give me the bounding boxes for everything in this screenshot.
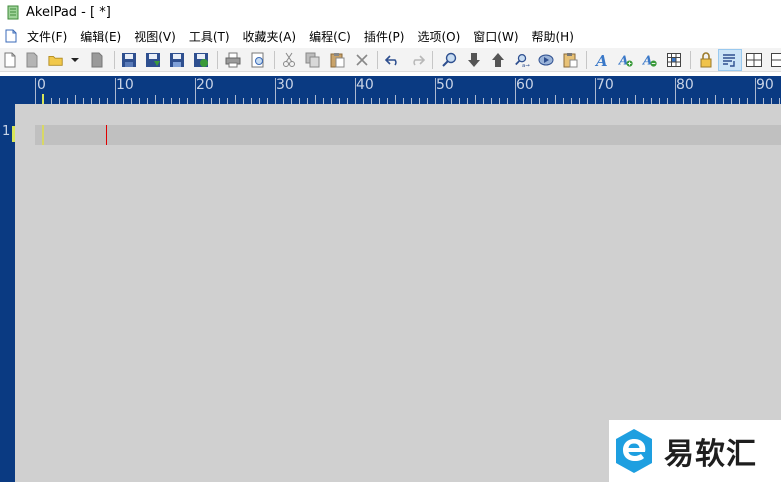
new-document-icon[interactable] xyxy=(2,52,18,68)
akelpad-app-icon xyxy=(7,5,19,19)
print-icon[interactable] xyxy=(225,52,241,68)
find-next-icon[interactable] xyxy=(466,52,482,68)
ruler-label: 80 xyxy=(676,77,694,93)
clipboard-icon[interactable] xyxy=(562,52,578,68)
title-bar: AkelPad - [ *] xyxy=(0,0,781,24)
menu-coding[interactable]: 编程(C) xyxy=(309,28,351,45)
more-icon[interactable] xyxy=(769,52,781,68)
menu-options[interactable]: 选项(O) xyxy=(417,28,460,45)
menu-plugins[interactable]: 插件(P) xyxy=(364,28,405,45)
ruler-tick xyxy=(555,95,556,104)
toolbar-separator xyxy=(690,51,691,69)
close-document-icon[interactable] xyxy=(89,52,105,68)
line-number-gutter xyxy=(0,104,15,482)
ruler-tick xyxy=(475,95,476,104)
redo-icon[interactable] xyxy=(409,52,425,68)
character-map-icon[interactable] xyxy=(666,52,682,68)
menu-file[interactable]: 文件(F) xyxy=(27,28,67,45)
replace-icon[interactable]: a→b xyxy=(514,52,530,68)
ruler-tick xyxy=(115,78,116,104)
ruler-label: 60 xyxy=(516,77,534,93)
menu-edit[interactable]: 编辑(E) xyxy=(80,28,121,45)
menu-window[interactable]: 窗口(W) xyxy=(473,28,518,45)
cut-icon[interactable] xyxy=(281,52,297,68)
svg-text:A: A xyxy=(594,52,608,68)
delete-icon[interactable] xyxy=(354,52,370,68)
dropdown-arrow-icon[interactable] xyxy=(70,52,80,68)
menu-view[interactable]: 视图(V) xyxy=(134,28,176,45)
goto-icon[interactable] xyxy=(538,52,554,68)
ruler-tick xyxy=(195,78,196,104)
window-title: AkelPad - [ *] xyxy=(26,4,111,20)
ruler-label: 0 xyxy=(37,77,46,93)
toolbar-separator xyxy=(377,51,378,69)
ruler-tick xyxy=(315,95,316,104)
toolbar-separator xyxy=(432,51,433,69)
ruler-tick xyxy=(75,95,76,104)
watermark: 易软汇 xyxy=(609,420,781,482)
ruler-tick xyxy=(595,78,596,104)
ruler-label: 70 xyxy=(596,77,614,93)
ruler-label: 90 xyxy=(756,77,774,93)
ruler-tick xyxy=(275,78,276,104)
ruler-label: 30 xyxy=(276,77,294,93)
toolbar: a→b A A A xyxy=(0,48,781,72)
find-previous-icon[interactable] xyxy=(490,52,506,68)
ruler-tick xyxy=(235,95,236,104)
undo-icon[interactable] xyxy=(385,52,401,68)
ruler-tick xyxy=(635,95,636,104)
toolbar-separator xyxy=(274,51,275,69)
ruler-tick xyxy=(395,95,396,104)
svg-text:a→b: a→b xyxy=(522,63,530,68)
ruler-tick xyxy=(355,78,356,104)
watermark-logo-icon xyxy=(616,429,652,473)
current-line-highlight[interactable] xyxy=(35,125,781,145)
save-session-icon[interactable] xyxy=(193,52,209,68)
print-preview-icon[interactable] xyxy=(250,52,266,68)
word-wrap-icon[interactable] xyxy=(718,49,742,71)
open-folder-icon[interactable] xyxy=(48,52,64,68)
copy-icon[interactable] xyxy=(305,52,321,68)
paste-icon[interactable] xyxy=(329,52,345,68)
ruler-label: 20 xyxy=(196,77,214,93)
menu-tools[interactable]: 工具(T) xyxy=(189,28,230,45)
save-all-icon[interactable] xyxy=(169,52,185,68)
menu-favorites[interactable]: 收藏夹(A) xyxy=(243,28,297,45)
font-icon[interactable]: A xyxy=(594,52,610,68)
toolbar-separator xyxy=(586,51,587,69)
ruler-tick xyxy=(675,78,676,104)
split-window-icon[interactable] xyxy=(746,52,762,68)
column-marker xyxy=(42,125,44,145)
line-number: 1 xyxy=(2,124,11,139)
ruler-label: 50 xyxy=(436,77,454,93)
font-decrease-icon[interactable]: A xyxy=(642,52,658,68)
ruler-tick xyxy=(435,78,436,104)
text-caret xyxy=(106,125,107,145)
menu-bar: 文件(F) 编辑(E) 视图(V) 工具(T) 收藏夹(A) 编程(C) 插件(… xyxy=(0,26,781,46)
ruler-tick xyxy=(715,95,716,104)
ruler-tick xyxy=(155,95,156,104)
font-increase-icon[interactable]: A xyxy=(618,52,634,68)
menu-help[interactable]: 帮助(H) xyxy=(532,28,574,45)
save-icon[interactable] xyxy=(121,52,137,68)
ruler-caret-marker xyxy=(42,94,44,104)
ruler-label: 10 xyxy=(116,77,134,93)
ruler-label: 40 xyxy=(356,77,374,93)
save-as-icon[interactable] xyxy=(145,52,161,68)
ruler-tick xyxy=(515,78,516,104)
document-icon[interactable] xyxy=(5,29,17,43)
toolbar-separator xyxy=(114,51,115,69)
ruler: 0 10 20 30 40 50 60 70 80 90 xyxy=(35,76,781,104)
toolbar-separator xyxy=(217,51,218,69)
watermark-text: 易软汇 xyxy=(664,437,757,472)
new-window-icon[interactable] xyxy=(24,52,40,68)
find-icon[interactable] xyxy=(441,52,457,68)
read-only-lock-icon[interactable] xyxy=(698,52,714,68)
ruler-tick xyxy=(35,78,36,104)
ruler-tick xyxy=(755,78,756,104)
